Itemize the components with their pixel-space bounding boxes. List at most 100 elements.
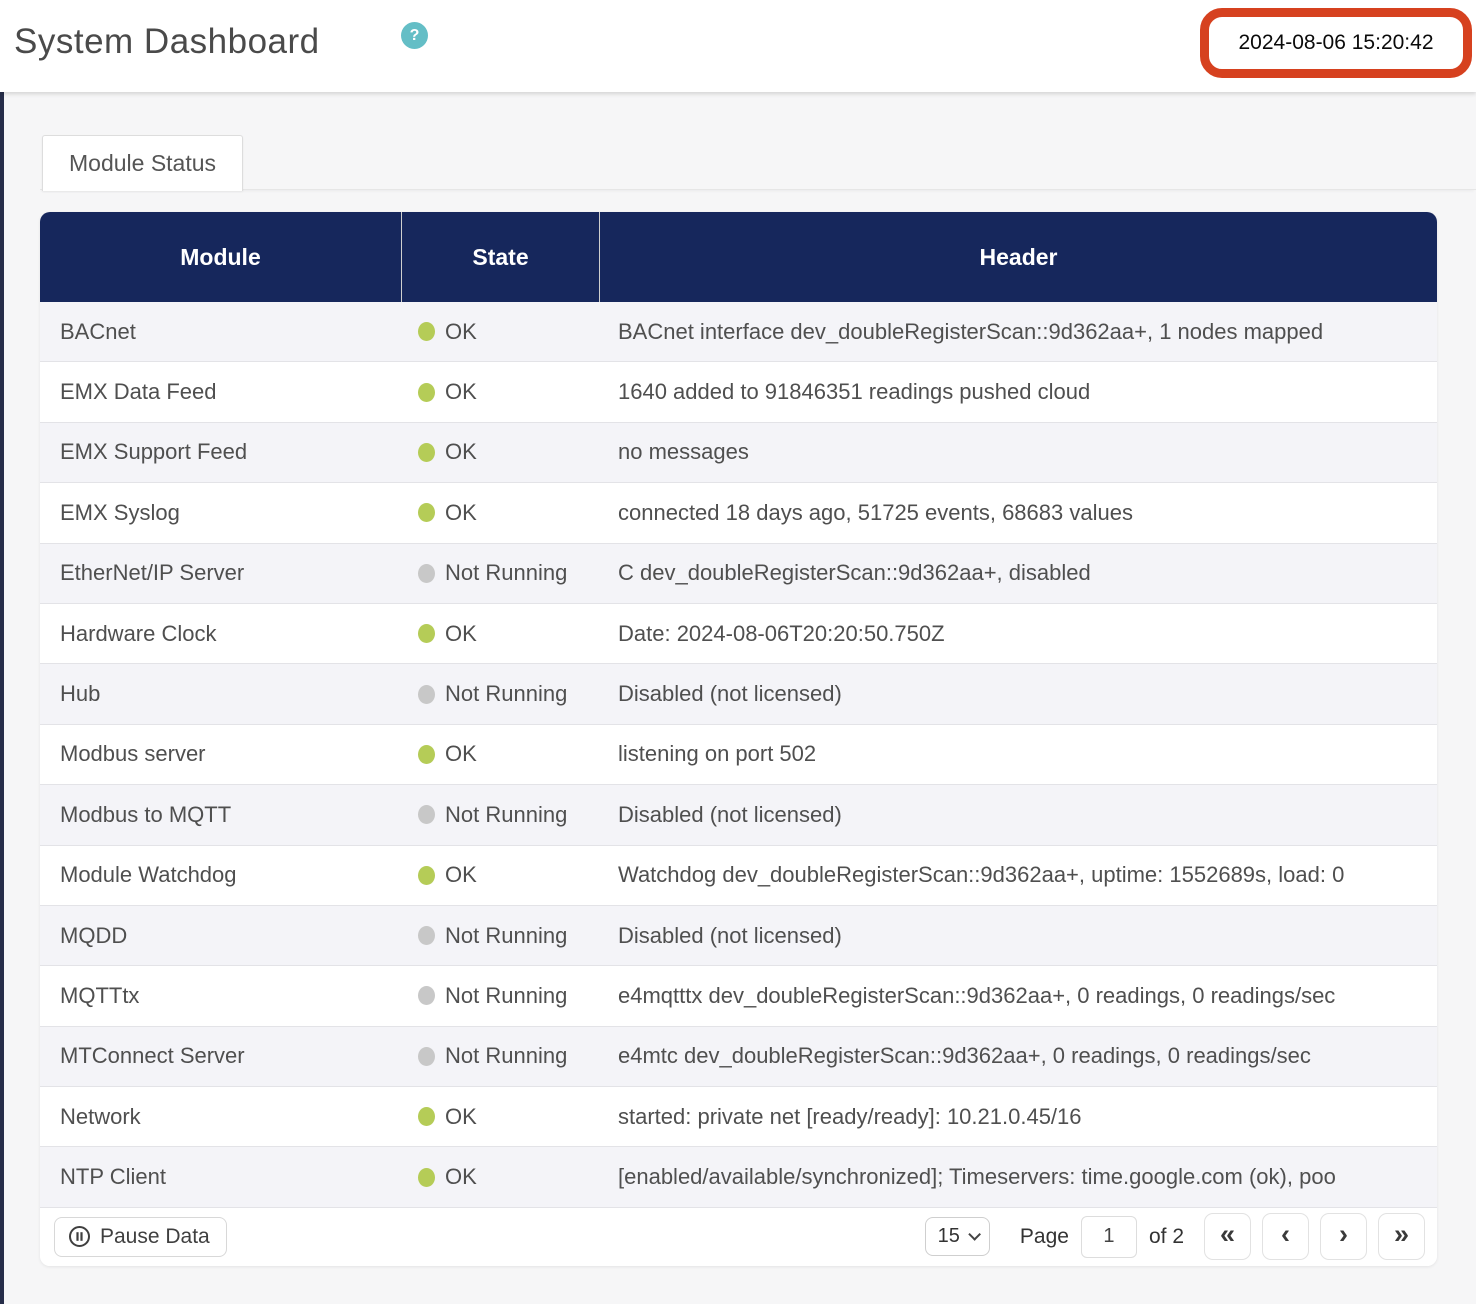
state-label: OK: [445, 741, 477, 767]
table-row: Modbus serverOKlistening on port 502: [40, 725, 1437, 785]
state-cell: Not Running: [402, 1043, 600, 1069]
pause-icon: [68, 1225, 91, 1248]
header-message: BACnet interface dev_doubleRegisterScan:…: [600, 319, 1437, 345]
help-icon[interactable]: ?: [401, 22, 428, 49]
header-message: e4mqtttx dev_doubleRegisterScan::9d362aa…: [600, 983, 1437, 1009]
state-cell: OK: [402, 1164, 600, 1190]
status-dot-icon: [418, 926, 435, 945]
column-header-header: Header: [600, 212, 1437, 302]
pagination-controls: 15 Page of 2 « ‹ › »: [925, 1213, 1425, 1260]
table-row: Module Watchdog OK Watchdog dev_doubleRegi…: [40, 846, 1437, 906]
module-name: MQDD: [40, 923, 402, 949]
state-cell: OK: [402, 319, 600, 345]
state-cell: Not Running: [402, 560, 600, 586]
table-body: BACnet OK BACnet interface dev_doubleRegis…: [40, 302, 1437, 1208]
state-label: Not Running: [445, 802, 567, 828]
table-row: EMX Data Feed OK 1640 added to 91846351 re…: [40, 362, 1437, 422]
header-message: e4mtc dev_doubleRegisterScan::9d362aa+, …: [600, 1043, 1437, 1069]
state-label: OK: [445, 319, 477, 345]
table-header-row: Module State Header: [40, 212, 1437, 302]
header-message: no messages: [600, 439, 1437, 465]
state-label: OK: [445, 500, 477, 526]
table-row: EMX Support FeedOKno messages: [40, 423, 1437, 483]
module-name: EtherNet/IP Server: [40, 560, 402, 586]
status-dot-icon: [418, 322, 435, 341]
state-cell: Not Running: [402, 983, 600, 1009]
module-name: MTConnect Server: [40, 1043, 402, 1069]
status-dot-icon: [418, 805, 435, 824]
page-label: Page: [1020, 1225, 1069, 1249]
state-label: Not Running: [445, 681, 567, 707]
state-cell: OK: [402, 439, 600, 465]
status-dot-icon: [418, 745, 435, 764]
last-page-button[interactable]: »: [1378, 1213, 1425, 1260]
header-message: listening on port 502: [600, 741, 1437, 767]
state-cell: OK: [402, 1104, 600, 1130]
state-label: OK: [445, 621, 477, 647]
status-dot-icon: [418, 866, 435, 885]
module-status-table: Module State Header BACnet OK BACnet inter…: [40, 212, 1437, 1266]
table-row: EMX Syslog OK connected 18 days ago, 51725…: [40, 483, 1437, 543]
state-label: OK: [445, 379, 477, 405]
module-name: Modbus to MQTT: [40, 802, 402, 828]
state-cell: Not Running: [402, 802, 600, 828]
module-name: EMX Data Feed: [40, 379, 402, 405]
table-row: BACnet OK BACnet interface dev_doubleRegis…: [40, 302, 1437, 362]
state-label: Not Running: [445, 923, 567, 949]
module-name: Hardware Clock: [40, 621, 402, 647]
module-name: BACnet: [40, 319, 402, 345]
state-label: Not Running: [445, 560, 567, 586]
table-row: NTP ClientOK[enabled/available/synchroni…: [40, 1147, 1437, 1207]
first-page-button[interactable]: «: [1204, 1213, 1251, 1260]
state-cell: OK: [402, 379, 600, 405]
header-message: connected 18 days ago, 51725 events, 686…: [600, 500, 1437, 526]
page-number-input[interactable]: [1081, 1216, 1137, 1258]
table-row: EtherNet/IP Server Not Running C dev_doubl…: [40, 544, 1437, 604]
table-row: Modbus to MQTT Not Running Disabled (not l…: [40, 785, 1437, 845]
state-cell: Not Running: [402, 923, 600, 949]
state-cell: OK: [402, 741, 600, 767]
page-size-select[interactable]: 15: [925, 1217, 990, 1256]
state-label: Not Running: [445, 983, 567, 1009]
status-dot-icon: [418, 624, 435, 643]
module-name: MQTTtx: [40, 983, 402, 1009]
state-label: OK: [445, 862, 477, 888]
module-name: NTP Client: [40, 1164, 402, 1190]
page-size-value: 15: [938, 1225, 960, 1248]
column-header-module: Module: [40, 212, 402, 302]
header-message: Watchdog dev_doubleRegisterScan::9d362aa…: [600, 862, 1437, 888]
header-message: started: private net [ready/ready]: 10.2…: [600, 1104, 1437, 1130]
page-header: System Dashboard ? 2024-08-06 15:20:42: [0, 0, 1476, 92]
status-dot-icon: [418, 1107, 435, 1126]
status-dot-icon: [418, 1047, 435, 1066]
module-name: Hub: [40, 681, 402, 707]
table-row: MTConnect Server Not Running e4mtc dev_dou…: [40, 1027, 1437, 1087]
state-cell: OK: [402, 862, 600, 888]
table-row: Hub Not Running Disabled (not licensed): [40, 664, 1437, 724]
header-message: [enabled/available/synchronized]; Timese…: [600, 1164, 1437, 1190]
header-message: 1640 added to 91846351 readings pushed c…: [600, 379, 1437, 405]
pause-data-button[interactable]: Pause Data: [54, 1217, 227, 1257]
page-nav-buttons: « ‹ › »: [1204, 1213, 1425, 1260]
table-row: MQDDNot RunningDisabled (not licensed): [40, 906, 1437, 966]
status-dot-icon: [418, 986, 435, 1005]
state-cell: Not Running: [402, 681, 600, 707]
header-message: C dev_doubleRegisterScan::9d362aa+, disa…: [600, 560, 1437, 586]
state-label: Not Running: [445, 1043, 567, 1069]
tab-module-status[interactable]: Module Status: [42, 135, 243, 191]
module-name: Module Watchdog: [40, 862, 402, 888]
page-title: System Dashboard: [14, 22, 320, 62]
header-message: Disabled (not licensed): [600, 681, 1437, 707]
table-footer: Pause Data 15 Page of 2 « ‹ › »: [40, 1208, 1437, 1266]
status-dot-icon: [418, 564, 435, 583]
header-message: Disabled (not licensed): [600, 802, 1437, 828]
previous-page-button[interactable]: ‹: [1262, 1213, 1309, 1260]
module-name: EMX Syslog: [40, 500, 402, 526]
current-timestamp: 2024-08-06 15:20:42: [1239, 31, 1434, 55]
table-row: Hardware ClockOKDate: 2024-08-06T20:20:5…: [40, 604, 1437, 664]
next-page-button[interactable]: ›: [1320, 1213, 1367, 1260]
page-count-label: of 2: [1149, 1225, 1184, 1249]
status-dot-icon: [418, 1168, 435, 1187]
table-row: MQTTtx Not Running e4mqtttx dev_doubleRegi…: [40, 966, 1437, 1026]
status-dot-icon: [418, 503, 435, 522]
